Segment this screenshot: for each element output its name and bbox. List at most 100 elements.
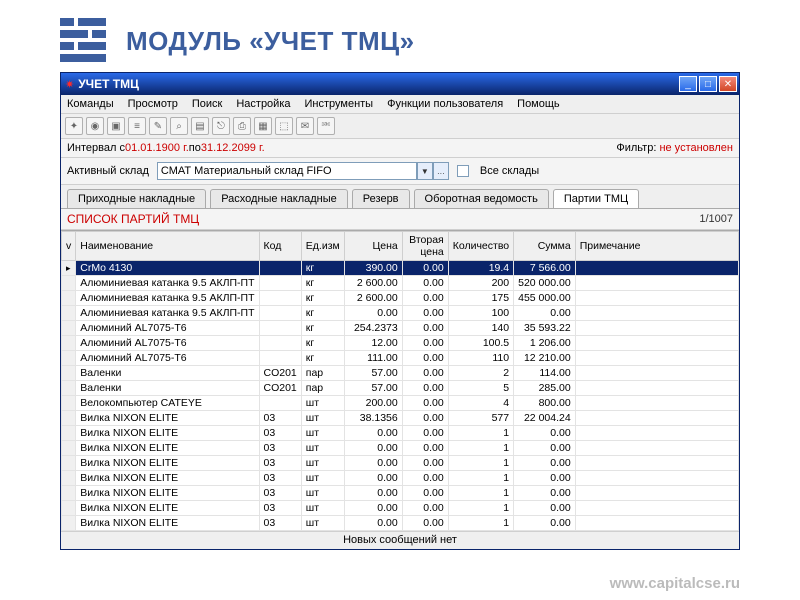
table-row[interactable]: Алюминий AL7075-T6кг111.000.0011012 210.… xyxy=(62,351,739,366)
row-handle[interactable] xyxy=(62,471,76,486)
cell-sum[interactable]: 0.00 xyxy=(514,471,576,486)
cell-note[interactable] xyxy=(575,441,738,456)
menu-help[interactable]: Помощь xyxy=(515,97,562,111)
toolbar-btn-2[interactable]: ◉ xyxy=(86,117,104,135)
cell-price[interactable]: 12.00 xyxy=(344,336,402,351)
cell-name[interactable]: Вилка NIXON ELITE xyxy=(76,501,259,516)
cell-qty[interactable]: 1 xyxy=(448,456,513,471)
titlebar[interactable]: ✷ УЧЕТ ТМЦ _ □ ✕ xyxy=(61,73,739,95)
cell-price[interactable]: 0.00 xyxy=(344,441,402,456)
cell-price2[interactable]: 0.00 xyxy=(402,471,448,486)
toolbar-btn-13[interactable]: ⎃ xyxy=(317,117,335,135)
cell-price2[interactable]: 0.00 xyxy=(402,291,448,306)
toolbar-btn-8[interactable]: ⎋ xyxy=(212,117,230,135)
cell-price2[interactable]: 0.00 xyxy=(402,381,448,396)
cell-price[interactable]: 200.00 xyxy=(344,396,402,411)
row-handle[interactable] xyxy=(62,456,76,471)
cell-price2[interactable]: 0.00 xyxy=(402,306,448,321)
cell-name[interactable]: Валенки xyxy=(76,381,259,396)
cell-price[interactable]: 111.00 xyxy=(344,351,402,366)
cell-code[interactable] xyxy=(259,396,301,411)
tab-turnover[interactable]: Оборотная ведомость xyxy=(414,189,549,208)
cell-note[interactable] xyxy=(575,291,738,306)
toolbar-btn-12[interactable]: ✉ xyxy=(296,117,314,135)
cell-note[interactable] xyxy=(575,276,738,291)
cell-note[interactable] xyxy=(575,381,738,396)
toolbar-btn-10[interactable]: ▦ xyxy=(254,117,272,135)
cell-price2[interactable]: 0.00 xyxy=(402,501,448,516)
cell-name[interactable]: Алюминиевая катанка 9.5 АКЛП-ПТ xyxy=(76,291,259,306)
cell-price2[interactable]: 0.00 xyxy=(402,396,448,411)
cell-note[interactable] xyxy=(575,456,738,471)
cell-unit[interactable]: пар xyxy=(301,381,344,396)
cell-price[interactable]: 254.2373 xyxy=(344,321,402,336)
cell-note[interactable] xyxy=(575,396,738,411)
cell-name[interactable]: Валенки xyxy=(76,366,259,381)
cell-sum[interactable]: 12 210.00 xyxy=(514,351,576,366)
cell-code[interactable]: 03 xyxy=(259,426,301,441)
menu-view[interactable]: Просмотр xyxy=(126,97,180,111)
cell-name[interactable]: Алюминиевая катанка 9.5 АКЛП-ПТ xyxy=(76,306,259,321)
cell-price2[interactable]: 0.00 xyxy=(402,276,448,291)
cell-price[interactable]: 390.00 xyxy=(344,261,402,276)
row-handle[interactable] xyxy=(62,381,76,396)
cell-sum[interactable]: 0.00 xyxy=(514,441,576,456)
col-price[interactable]: Цена xyxy=(344,232,402,261)
cell-unit[interactable]: пар xyxy=(301,366,344,381)
cell-note[interactable] xyxy=(575,501,738,516)
cell-qty[interactable]: 1 xyxy=(448,426,513,441)
table-row[interactable]: Вилка NIXON ELITE03шт0.000.0010.00 xyxy=(62,456,739,471)
cell-price[interactable]: 57.00 xyxy=(344,381,402,396)
cell-name[interactable]: Вилка NIXON ELITE xyxy=(76,516,259,531)
cell-sum[interactable]: 0.00 xyxy=(514,486,576,501)
cell-price2[interactable]: 0.00 xyxy=(402,351,448,366)
cell-unit[interactable]: кг xyxy=(301,336,344,351)
table-row[interactable]: CrMo 4130кг390.000.0019.47 566.00 xyxy=(62,261,739,276)
filter-value[interactable]: не установлен xyxy=(659,142,733,154)
toolbar-btn-3[interactable]: ▣ xyxy=(107,117,125,135)
cell-qty[interactable]: 100 xyxy=(448,306,513,321)
cell-name[interactable]: Вилка NIXON ELITE xyxy=(76,456,259,471)
minimize-button[interactable]: _ xyxy=(679,76,697,92)
cell-sum[interactable]: 0.00 xyxy=(514,426,576,441)
cell-price[interactable]: 0.00 xyxy=(344,501,402,516)
warehouse-select[interactable] xyxy=(157,162,417,180)
cell-code[interactable]: 03 xyxy=(259,516,301,531)
cell-qty[interactable]: 577 xyxy=(448,411,513,426)
cell-unit[interactable]: шт xyxy=(301,501,344,516)
row-handle[interactable] xyxy=(62,306,76,321)
cell-name[interactable]: Вилка NIXON ELITE xyxy=(76,486,259,501)
cell-unit[interactable]: шт xyxy=(301,396,344,411)
cell-name[interactable]: Алюминиевая катанка 9.5 АКЛП-ПТ xyxy=(76,276,259,291)
row-handle[interactable] xyxy=(62,366,76,381)
col-qty[interactable]: Количество xyxy=(448,232,513,261)
cell-unit[interactable]: кг xyxy=(301,321,344,336)
menu-find[interactable]: Поиск xyxy=(190,97,224,111)
cell-note[interactable] xyxy=(575,486,738,501)
cell-code[interactable]: 03 xyxy=(259,501,301,516)
table-row[interactable]: Велокомпьютер CATEYEшт200.000.004800.00 xyxy=(62,396,739,411)
tab-batches[interactable]: Партии ТМЦ xyxy=(553,189,639,208)
table-row[interactable]: Алюминий AL7075-T6кг12.000.00100.51 206.… xyxy=(62,336,739,351)
cell-sum[interactable]: 285.00 xyxy=(514,381,576,396)
toolbar-btn-6[interactable]: ⌕ xyxy=(170,117,188,135)
cell-sum[interactable]: 114.00 xyxy=(514,366,576,381)
toolbar-btn-9[interactable]: ⎙ xyxy=(233,117,251,135)
row-handle[interactable] xyxy=(62,441,76,456)
table-row[interactable]: Вилка NIXON ELITE03шт0.000.0010.00 xyxy=(62,441,739,456)
cell-price[interactable]: 0.00 xyxy=(344,306,402,321)
cell-price2[interactable]: 0.00 xyxy=(402,366,448,381)
cell-note[interactable] xyxy=(575,426,738,441)
all-warehouses-checkbox[interactable] xyxy=(457,165,469,177)
cell-code[interactable] xyxy=(259,351,301,366)
col-price2[interactable]: Вторая цена xyxy=(402,232,448,261)
cell-price[interactable]: 0.00 xyxy=(344,516,402,531)
cell-price[interactable]: 2 600.00 xyxy=(344,276,402,291)
cell-code[interactable] xyxy=(259,276,301,291)
cell-qty[interactable]: 200 xyxy=(448,276,513,291)
toolbar-btn-5[interactable]: ✎ xyxy=(149,117,167,135)
cell-code[interactable] xyxy=(259,336,301,351)
row-handle[interactable] xyxy=(62,261,76,276)
cell-code[interactable] xyxy=(259,306,301,321)
cell-sum[interactable]: 0.00 xyxy=(514,456,576,471)
